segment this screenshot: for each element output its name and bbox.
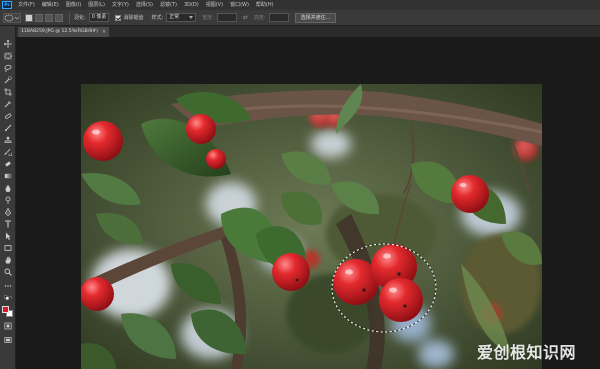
select-and-mask-button[interactable]: 选择并遮住... (294, 12, 337, 23)
document-tab[interactable]: 11BA8259.JPG @ 12.5%(RGB/8#) × (18, 27, 110, 37)
pen-icon[interactable] (4, 208, 12, 216)
document-tab-label: 11BA8259.JPG @ 12.5%(RGB/8#) (21, 29, 98, 34)
rectangle-icon[interactable] (4, 244, 12, 252)
document-tab-bar: 11BA8259.JPG @ 12.5%(RGB/8#) × (16, 26, 600, 37)
swap-dimensions-icon[interactable]: ⇄ (243, 14, 248, 21)
tools-panel (0, 26, 16, 369)
canvas-area[interactable]: 爱创根知识网 (16, 37, 600, 369)
eraser-icon[interactable] (4, 160, 12, 168)
menu-window[interactable]: 窗口(W) (230, 0, 249, 10)
chevron-down-icon (189, 16, 194, 19)
document-canvas-image[interactable] (81, 84, 542, 369)
hand-icon[interactable] (4, 256, 12, 264)
screen-mode-icon[interactable] (4, 336, 12, 344)
menu-select[interactable]: 选择(S) (136, 0, 153, 10)
menu-file[interactable]: 文件(F) (18, 0, 35, 10)
eyedropper-icon[interactable] (4, 100, 12, 108)
foreground-color-swatch[interactable] (2, 306, 9, 313)
width-label: 宽度: (202, 15, 214, 21)
clone-stamp-icon[interactable] (4, 136, 12, 144)
lasso-icon[interactable] (4, 64, 12, 72)
history-brush-icon[interactable] (4, 148, 12, 156)
zoom-icon[interactable] (4, 268, 12, 276)
watermark: 爱创根知识网 (476, 343, 576, 362)
options-bar: 羽化: 0 像素 消除锯齿 样式: 正常 宽度: ⇄ 高度: 选择并遮住... (0, 10, 600, 26)
style-select[interactable]: 正常 (166, 13, 197, 22)
menu-image[interactable]: 图像(I) (66, 0, 81, 10)
menu-layer[interactable]: 图层(L) (88, 0, 105, 10)
photoshop-logo: Ps (2, 1, 12, 9)
crabapple-photo (81, 84, 542, 369)
brush-icon[interactable] (4, 124, 12, 132)
add-to-selection-button[interactable] (35, 13, 43, 22)
close-icon[interactable]: × (102, 27, 106, 37)
type-icon[interactable] (4, 220, 12, 228)
height-input[interactable] (268, 13, 289, 22)
path-selection-icon[interactable] (4, 232, 12, 240)
menu-edit[interactable]: 编辑(E) (42, 0, 59, 10)
intersect-selection-button[interactable] (55, 13, 63, 22)
height-label: 高度: (253, 15, 266, 21)
menu-help[interactable]: 帮助(H) (256, 0, 274, 10)
elliptical-marquee-icon (4, 14, 20, 21)
crop-icon[interactable] (4, 88, 12, 96)
menu-3d[interactable]: 3D(D) (184, 0, 199, 10)
tool-preset-picker[interactable] (3, 12, 21, 23)
subtract-from-selection-button[interactable] (45, 13, 53, 22)
antialias-label: 消除锯齿 (123, 15, 144, 21)
menu-filter[interactable]: 滤镜(T) (160, 0, 177, 10)
style-label: 样式: (151, 15, 164, 21)
dodge-icon[interactable] (4, 196, 12, 204)
feather-input[interactable]: 0 像素 (88, 13, 110, 22)
more-tools-icon[interactable] (4, 282, 12, 290)
quick-mask-icon[interactable] (4, 322, 12, 330)
menu-type[interactable]: 文字(Y) (112, 0, 129, 10)
swap-colors-icon[interactable] (4, 294, 12, 300)
width-input[interactable] (216, 13, 237, 22)
elliptical-marquee-icon[interactable] (4, 52, 12, 60)
quick-select-icon[interactable] (4, 76, 12, 84)
new-selection-button[interactable] (25, 13, 33, 22)
spot-healing-icon[interactable] (4, 112, 12, 120)
move-icon[interactable] (4, 40, 12, 48)
menu-bar: Ps 文件(F) 编辑(E) 图像(I) 图层(L) 文字(Y) 选择(S) 滤… (0, 0, 600, 10)
gradient-icon[interactable] (4, 172, 12, 180)
style-value: 正常 (169, 14, 180, 20)
blur-icon[interactable] (4, 184, 12, 192)
feather-label: 羽化: (74, 15, 86, 21)
antialias-checkbox[interactable] (115, 14, 122, 21)
menu-view[interactable]: 视图(V) (206, 0, 223, 10)
divider (69, 12, 70, 23)
